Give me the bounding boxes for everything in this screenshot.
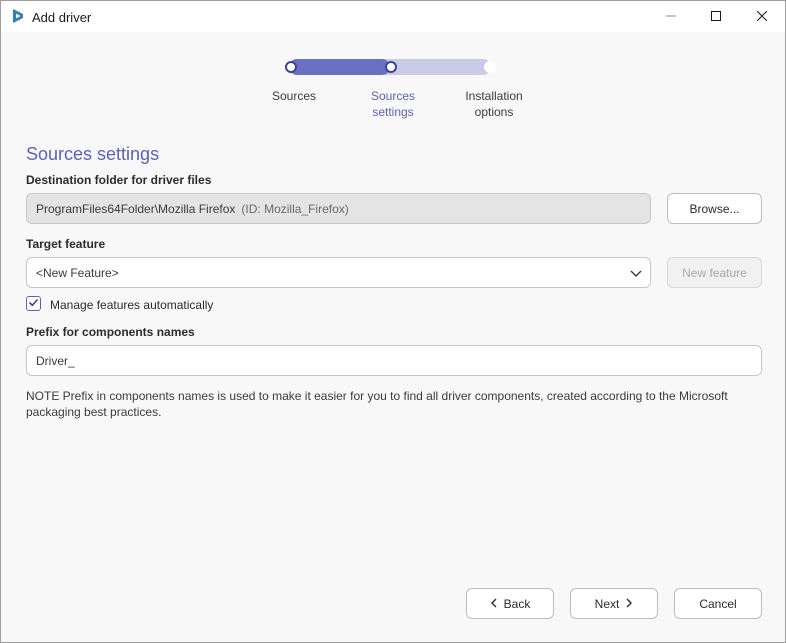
prefix-input[interactable] [26, 345, 762, 376]
close-button[interactable] [739, 1, 785, 32]
target-feature-label: Target feature [26, 237, 106, 251]
step-installation-options-label: Installation options [454, 88, 534, 120]
step-sources-settings-label-line2: settings [372, 105, 414, 119]
step-installation-options-label-line2: options [474, 105, 514, 119]
wizard-stepper [281, 58, 499, 76]
step-installation-options-label-line1: Installation [465, 89, 523, 103]
minimize-icon [666, 8, 676, 26]
step-sources-settings-dot [385, 61, 397, 73]
maximize-button[interactable] [693, 1, 739, 32]
next-button[interactable]: Next [570, 588, 658, 619]
destination-folder-value: ProgramFiles64Folder\Mozilla Firefox [36, 201, 236, 216]
prefix-note: NOTE Prefix in components names is used … [26, 389, 728, 419]
step-sources-settings-label-line1: Sources [370, 89, 416, 103]
destination-folder-id: (ID: Mozilla_Firefox) [241, 201, 349, 216]
chevron-left-icon [490, 597, 498, 611]
manage-features-checkbox[interactable] [26, 296, 41, 311]
destination-folder-field: ProgramFiles64Folder\Mozilla Firefox (ID… [26, 193, 651, 224]
step-sources-dot [285, 61, 297, 73]
new-feature-button-label: New feature [682, 265, 747, 280]
step-sources-settings-label: Sources settings [358, 88, 428, 120]
title-bar: Add driver [1, 1, 785, 32]
maximize-icon [711, 8, 721, 26]
target-feature-value: <New Feature> [36, 265, 119, 280]
next-button-label: Next [594, 596, 620, 611]
chevron-down-icon [630, 267, 642, 282]
browse-button-label: Browse... [689, 201, 740, 216]
add-driver-window: Add driver Sources Sources settings Inst… [0, 0, 786, 643]
new-feature-button[interactable]: New feature [667, 257, 762, 288]
cancel-button-label: Cancel [699, 596, 737, 611]
target-feature-select[interactable]: <New Feature> [26, 257, 651, 288]
cancel-button[interactable]: Cancel [674, 588, 762, 619]
step-sources-label-line1: Sources [271, 89, 317, 103]
back-button[interactable]: Back [466, 588, 554, 619]
back-button-label: Back [503, 596, 531, 611]
page-title: Sources settings [26, 144, 160, 164]
minimize-button[interactable] [648, 1, 694, 32]
window-title: Add driver [32, 10, 92, 25]
destination-folder-label: Destination folder for driver files [26, 173, 212, 187]
chevron-right-icon [625, 597, 633, 611]
checkmark-icon [28, 295, 39, 313]
app-logo-icon [10, 8, 26, 24]
stepper-progress [289, 59, 390, 75]
step-installation-options-dot [484, 61, 496, 73]
prefix-label: Prefix for components names [26, 325, 195, 339]
step-sources-label: Sources [264, 88, 324, 104]
manage-features-label: Manage features automatically [50, 298, 214, 312]
browse-button[interactable]: Browse... [667, 193, 762, 224]
close-icon [756, 8, 768, 26]
